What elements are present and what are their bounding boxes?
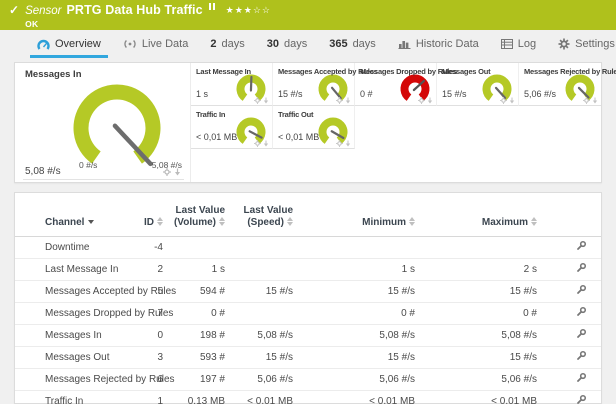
table-header-row: Channel ID Last Value(Volume) Last Value… [15,193,601,237]
live-signal-icon [123,39,137,49]
tab-historic-data[interactable]: Historic Data [387,30,490,58]
channel-gear-icon[interactable] [418,97,425,104]
gauge-traffic-in[interactable]: Traffic In < 0,01 MB [191,106,273,149]
tab-live-data[interactable]: Live Data [112,30,199,58]
divider [23,179,184,180]
table-row: Messages Rejected by Rules 6 197 # 5,06 … [15,369,601,391]
channel-gear-icon[interactable] [583,97,590,104]
table-row: Messages Dropped by Rules 7 0 # 0 # 0 # [15,303,601,325]
tab-log[interactable]: Log [490,30,547,58]
tab-overview[interactable]: Overview [26,30,112,58]
table-row: Messages Out 3 593 # 15 #/s 15 #/s 15 #/… [15,347,601,369]
gauge-messages-rejected[interactable]: Messages Rejected by Rules 5,06 #/s [519,63,601,106]
gauge-traffic-out[interactable]: Traffic Out < 0,01 MB [273,106,355,149]
pin-arrow-icon[interactable] [174,168,181,176]
col-minimum[interactable]: Minimum [297,193,419,237]
wrench-icon[interactable] [576,328,587,343]
table-row: Messages In 0 198 # 5,08 #/s 5,08 #/s 5,… [15,325,601,347]
channel-name: Messages Accepted by Rules [15,281,135,303]
gear-icon [558,38,570,50]
sensor-header: ✓ Sensor PRTG Data Hub Traffic ★★★☆☆ OK [0,0,616,30]
sort-icon [219,217,225,226]
bar-chart-icon [398,39,411,49]
wrench-icon[interactable] [576,284,587,299]
channel-table: Channel ID Last Value(Volume) Last Value… [15,193,601,404]
channel-name: Messages Rejected by Rules [15,369,135,391]
gauge-messages-accepted[interactable]: Messages Accepted by Rules 15 #/s [273,63,355,106]
col-maximum[interactable]: Maximum [419,193,541,237]
log-list-icon [501,39,513,49]
gauge-messages-in[interactable]: Messages In 0 #/s 5,08 #/s 5,08 #/s [15,63,191,182]
table-row: Downtime -4 [15,237,601,259]
tab-settings[interactable]: Settings [547,30,616,58]
gauge-icon [37,39,50,50]
pin-arrow-icon[interactable] [263,97,269,104]
pin-arrow-icon[interactable] [345,140,351,147]
wrench-icon[interactable] [576,372,587,387]
col-channel[interactable]: Channel [15,193,135,237]
gauge-last-message-in[interactable]: Last Message In 1 s [191,63,273,106]
gauge-current-value: 5,08 #/s [25,166,61,177]
sort-icon [409,217,415,226]
table-row: Messages Accepted by Rules 5 594 # 15 #/… [15,281,601,303]
channel-table-panel: Channel ID Last Value(Volume) Last Value… [14,192,602,404]
tab-30-days[interactable]: 30days [256,30,319,58]
small-gauges-grid: Last Message In 1 s Messages Accepted by… [191,63,601,182]
channel-name: Downtime [15,237,135,259]
pin-arrow-icon[interactable] [345,97,351,104]
tab-2-days[interactable]: 2days [199,30,255,58]
channel-gear-icon[interactable] [500,97,507,104]
channel-gear-icon[interactable] [163,168,171,176]
priority-stars[interactable]: ★★★☆☆ [226,4,271,17]
channel-name: Messages Dropped by Rules [15,303,135,325]
gauge-scale-min: 0 #/s [79,160,97,170]
gauge-messages-dropped[interactable]: Messages Dropped by Rules 0 # [355,63,437,106]
tab-bar: Overview Live Data 2days 30days 365days … [0,30,616,58]
pin-arrow-icon[interactable] [263,140,269,147]
pin-arrow-icon[interactable] [509,97,515,104]
channel-gear-icon[interactable] [336,97,343,104]
col-actions [541,193,601,237]
gauges-panel: Messages In 0 #/s 5,08 #/s 5,08 #/s Last… [14,62,602,183]
gauge-messages-out[interactable]: Messages Out 15 #/s [437,63,519,106]
channel-name: Traffic In [15,391,135,404]
channel-gear-icon[interactable] [254,97,261,104]
sensor-kind-label: Sensor [25,5,61,18]
col-last-value-speed[interactable]: Last Value(Speed) [229,193,297,237]
col-last-value-volume[interactable]: Last Value(Volume) [167,193,229,237]
sensor-title: PRTG Data Hub Traffic [67,4,203,17]
pause-icon[interactable] [209,3,215,10]
wrench-icon[interactable] [576,306,587,321]
channel-gear-icon[interactable] [336,140,343,147]
pin-arrow-icon[interactable] [592,97,598,104]
tab-365-days[interactable]: 365days [318,30,387,58]
status-ok-check-icon: ✓ [9,4,19,16]
pin-arrow-icon[interactable] [427,97,433,104]
wrench-icon[interactable] [576,240,587,255]
sort-icon [287,217,293,226]
status-badge: OK [25,19,271,29]
channel-name: Messages Out [15,347,135,369]
table-row: Traffic In 1 0,13 MB < 0,01 MB < 0,01 MB… [15,391,601,404]
wrench-icon[interactable] [576,394,587,404]
channel-name: Messages In [15,325,135,347]
channel-name: Last Message In [15,259,135,281]
sort-icon [157,217,163,226]
wrench-icon[interactable] [576,350,587,365]
channel-gear-icon[interactable] [254,140,261,147]
table-row: Last Message In 2 1 s 1 s 2 s [15,259,601,281]
dropdown-caret-icon [88,220,94,224]
col-id[interactable]: ID [135,193,167,237]
wrench-icon[interactable] [576,262,587,277]
sort-icon [531,217,537,226]
